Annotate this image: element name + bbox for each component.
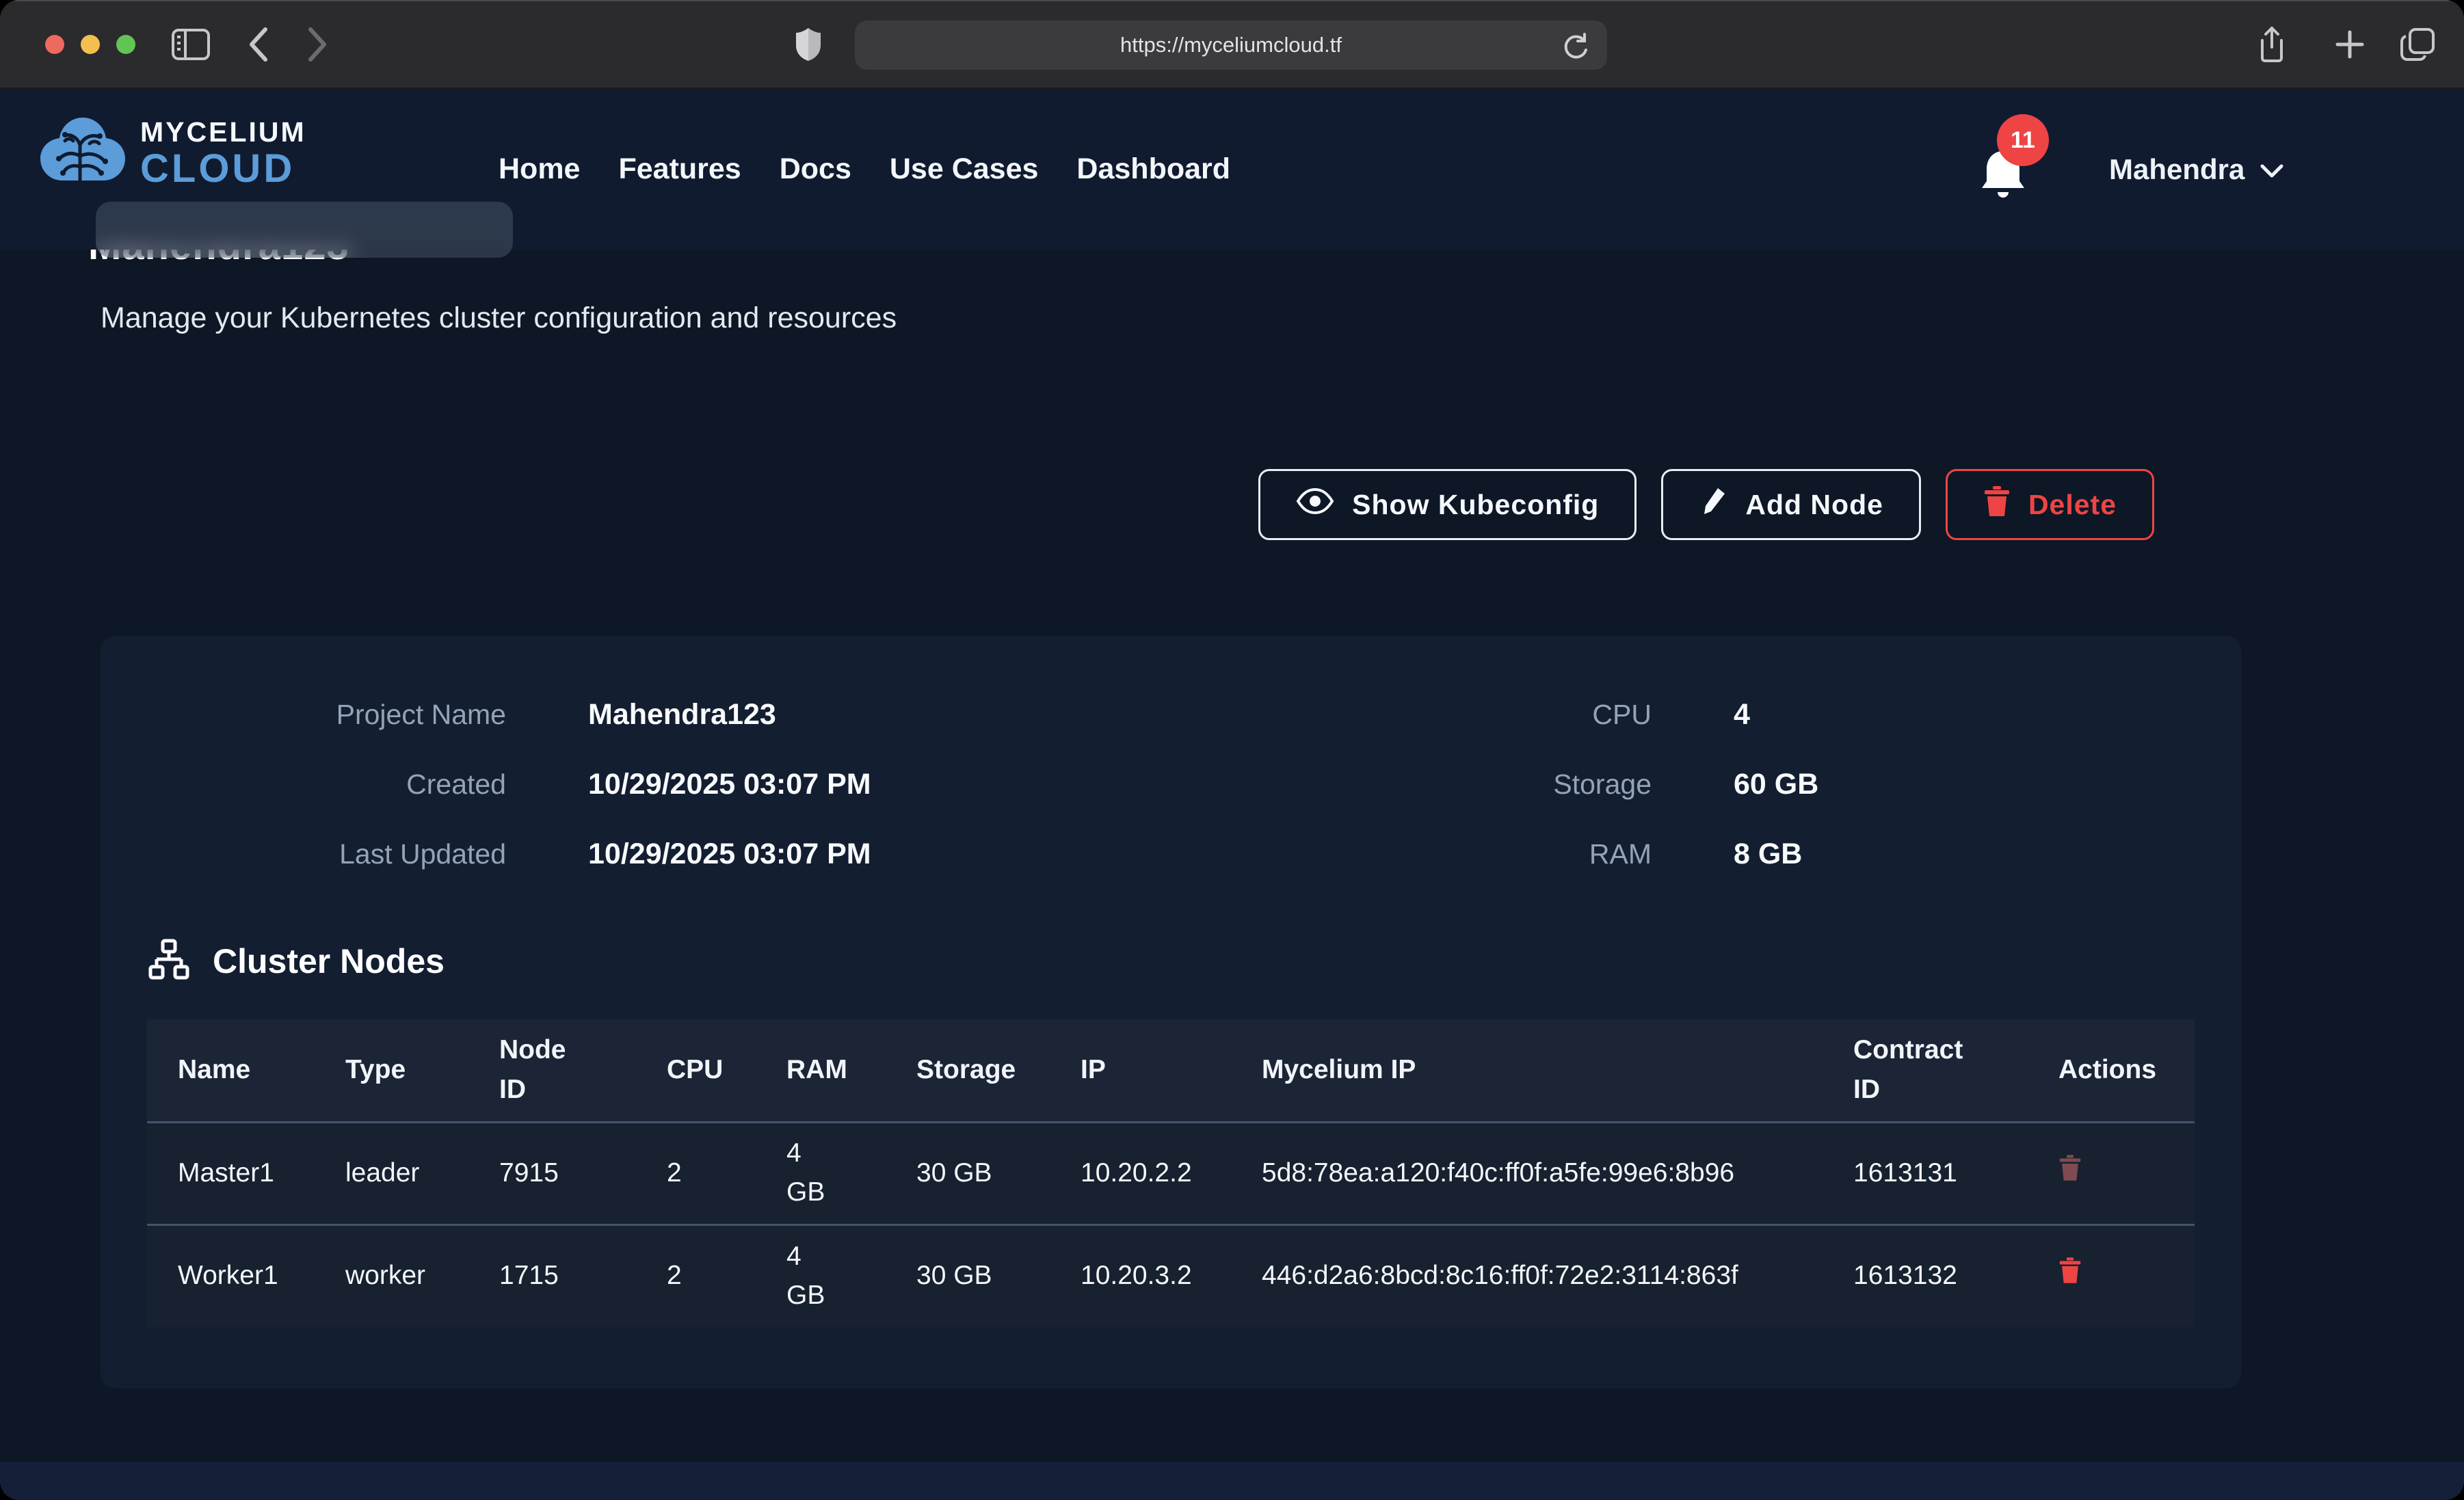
cluster-nodes-title: Cluster Nodes xyxy=(213,941,445,981)
ram-value: 8 GB xyxy=(1734,819,2195,889)
node-contract-id: 1613131 xyxy=(1823,1122,2028,1224)
col-type: Type xyxy=(315,1019,468,1122)
cluster-nodes-heading: Cluster Nodes xyxy=(147,938,2195,984)
brand-top-text: MYCELIUM xyxy=(140,118,306,146)
show-kubeconfig-button[interactable]: Show Kubeconfig xyxy=(1258,469,1637,540)
add-node-button[interactable]: Add Node xyxy=(1661,469,1921,540)
node-contract-id: 1613132 xyxy=(1823,1224,2028,1327)
zoom-window-button[interactable] xyxy=(116,35,135,54)
user-menu[interactable]: Mahendra xyxy=(2109,89,2284,250)
project-name-label: Project Name xyxy=(147,680,506,749)
sidebar-toggle-icon[interactable] xyxy=(171,0,211,89)
ram-label: RAM xyxy=(1422,819,1652,889)
notification-count-badge: 11 xyxy=(1997,114,2049,166)
address-bar[interactable]: https://myceliumcloud.tf xyxy=(855,21,1607,70)
node-type: worker xyxy=(315,1224,468,1327)
node-storage: 30 GB xyxy=(886,1224,1050,1327)
table-row: Master1 leader 7915 2 4 GB 30 GB 10.20.2… xyxy=(147,1122,2195,1224)
address-bar-url: https://myceliumcloud.tf xyxy=(1120,33,1342,57)
page-subtitle: Manage your Kubernetes cluster configura… xyxy=(101,302,2464,335)
delete-label: Delete xyxy=(2028,489,2117,521)
node-cpu: 2 xyxy=(636,1224,756,1327)
delete-node-button[interactable] xyxy=(2058,1256,2082,1287)
col-ram: RAM xyxy=(756,1019,886,1122)
table-row: Worker1 worker 1715 2 4 GB 30 GB 10.20.3… xyxy=(147,1224,2195,1327)
add-node-label: Add Node xyxy=(1745,489,1883,521)
col-ip: IP xyxy=(1050,1019,1231,1122)
col-node-id: Node ID xyxy=(468,1019,636,1122)
pencil-icon xyxy=(1699,485,1727,524)
last-updated-value: 10/29/2025 03:07 PM xyxy=(588,819,1340,889)
new-tab-icon[interactable] xyxy=(2333,0,2366,89)
node-mycelium-ip: 5d8:78ea:a120:f40c:ff0f:a5fe:99e6:8b96 xyxy=(1231,1122,1823,1224)
tab-overview-icon[interactable] xyxy=(2399,0,2437,89)
storage-label: Storage xyxy=(1422,749,1652,819)
nav-links: Home Features Docs Use Cases Dashboard xyxy=(499,89,1230,250)
share-icon[interactable] xyxy=(2257,0,2287,89)
minimize-window-button[interactable] xyxy=(81,35,100,54)
cpu-value: 4 xyxy=(1734,680,2195,749)
last-updated-label: Last Updated xyxy=(147,819,506,889)
cluster-actions: Show Kubeconfig Add Node xyxy=(101,469,2154,540)
col-mycelium-ip: Mycelium IP xyxy=(1231,1019,1823,1122)
chevron-down-icon xyxy=(2260,153,2284,186)
nav-link-home[interactable]: Home xyxy=(499,152,580,186)
col-storage: Storage xyxy=(886,1019,1050,1122)
node-ip: 10.20.2.2 xyxy=(1050,1122,1231,1224)
node-name: Worker1 xyxy=(147,1224,315,1327)
node-storage: 30 GB xyxy=(886,1122,1050,1224)
page-content: Mahendra123 Manage your Kubernetes clust… xyxy=(0,250,2464,1500)
close-window-button[interactable] xyxy=(45,35,64,54)
browser-window: https://myceliumcloud.tf xyxy=(0,0,2464,1500)
delete-cluster-button[interactable]: Delete xyxy=(1946,469,2154,540)
trash-icon xyxy=(1983,485,2011,524)
cpu-label: CPU xyxy=(1422,680,1652,749)
browser-chrome: https://myceliumcloud.tf xyxy=(0,0,2464,89)
col-contract-id: Contract ID xyxy=(1823,1019,2028,1122)
created-value: 10/29/2025 03:07 PM xyxy=(588,749,1340,819)
eye-icon xyxy=(1296,487,1334,522)
node-mycelium-ip: 446:d2a6:8bcd:8c16:ff0f:72e2:3114:863f xyxy=(1231,1224,1823,1327)
privacy-shield-icon[interactable] xyxy=(795,0,822,89)
forward-icon xyxy=(306,0,330,89)
col-cpu: CPU xyxy=(636,1019,756,1122)
show-kubeconfig-label: Show Kubeconfig xyxy=(1352,489,1599,521)
storage-value: 60 GB xyxy=(1734,749,2195,819)
node-type: leader xyxy=(315,1122,468,1224)
node-ram: 4 GB xyxy=(756,1224,886,1327)
notifications-button[interactable]: 11 xyxy=(1970,126,2058,229)
project-name-value: Mahendra123 xyxy=(588,680,1340,749)
delete-node-button[interactable] xyxy=(2058,1153,2082,1184)
node-name: Master1 xyxy=(147,1122,315,1224)
mycelium-cloud-logo-icon xyxy=(38,113,128,193)
blurred-region xyxy=(96,202,513,258)
col-actions: Actions xyxy=(2028,1019,2195,1122)
network-icon xyxy=(147,938,191,984)
nav-link-features[interactable]: Features xyxy=(618,152,741,186)
brand-wordmark: MYCELIUM CLOUD xyxy=(140,118,306,189)
col-name: Name xyxy=(147,1019,315,1122)
node-ip: 10.20.3.2 xyxy=(1050,1224,1231,1327)
node-ram: 4 GB xyxy=(756,1122,886,1224)
nav-link-docs[interactable]: Docs xyxy=(780,152,851,186)
brand-bottom-text: CLOUD xyxy=(140,149,306,189)
nav-link-use-cases[interactable]: Use Cases xyxy=(890,152,1039,186)
node-id: 7915 xyxy=(468,1122,636,1224)
reload-icon[interactable] xyxy=(1562,31,1589,62)
node-id: 1715 xyxy=(468,1224,636,1327)
project-info: Project Name Mahendra123 CPU 4 Created 1… xyxy=(147,680,2195,889)
node-cpu: 2 xyxy=(636,1122,756,1224)
user-name: Mahendra xyxy=(2109,153,2244,186)
nav-link-dashboard[interactable]: Dashboard xyxy=(1076,152,1230,186)
cluster-details-card: Project Name Mahendra123 CPU 4 Created 1… xyxy=(101,636,2241,1389)
node-actions xyxy=(2028,1122,2195,1224)
nodes-table: Name Type Node ID CPU RAM Storage IP Myc… xyxy=(147,1019,2195,1327)
node-actions xyxy=(2028,1224,2195,1327)
back-icon[interactable] xyxy=(246,0,269,89)
footer-strip xyxy=(0,1462,2464,1500)
brand-logo[interactable]: MYCELIUM CLOUD xyxy=(38,113,306,193)
traffic-lights xyxy=(45,35,135,54)
created-label: Created xyxy=(147,749,506,819)
table-header-row: Name Type Node ID CPU RAM Storage IP Myc… xyxy=(147,1019,2195,1122)
